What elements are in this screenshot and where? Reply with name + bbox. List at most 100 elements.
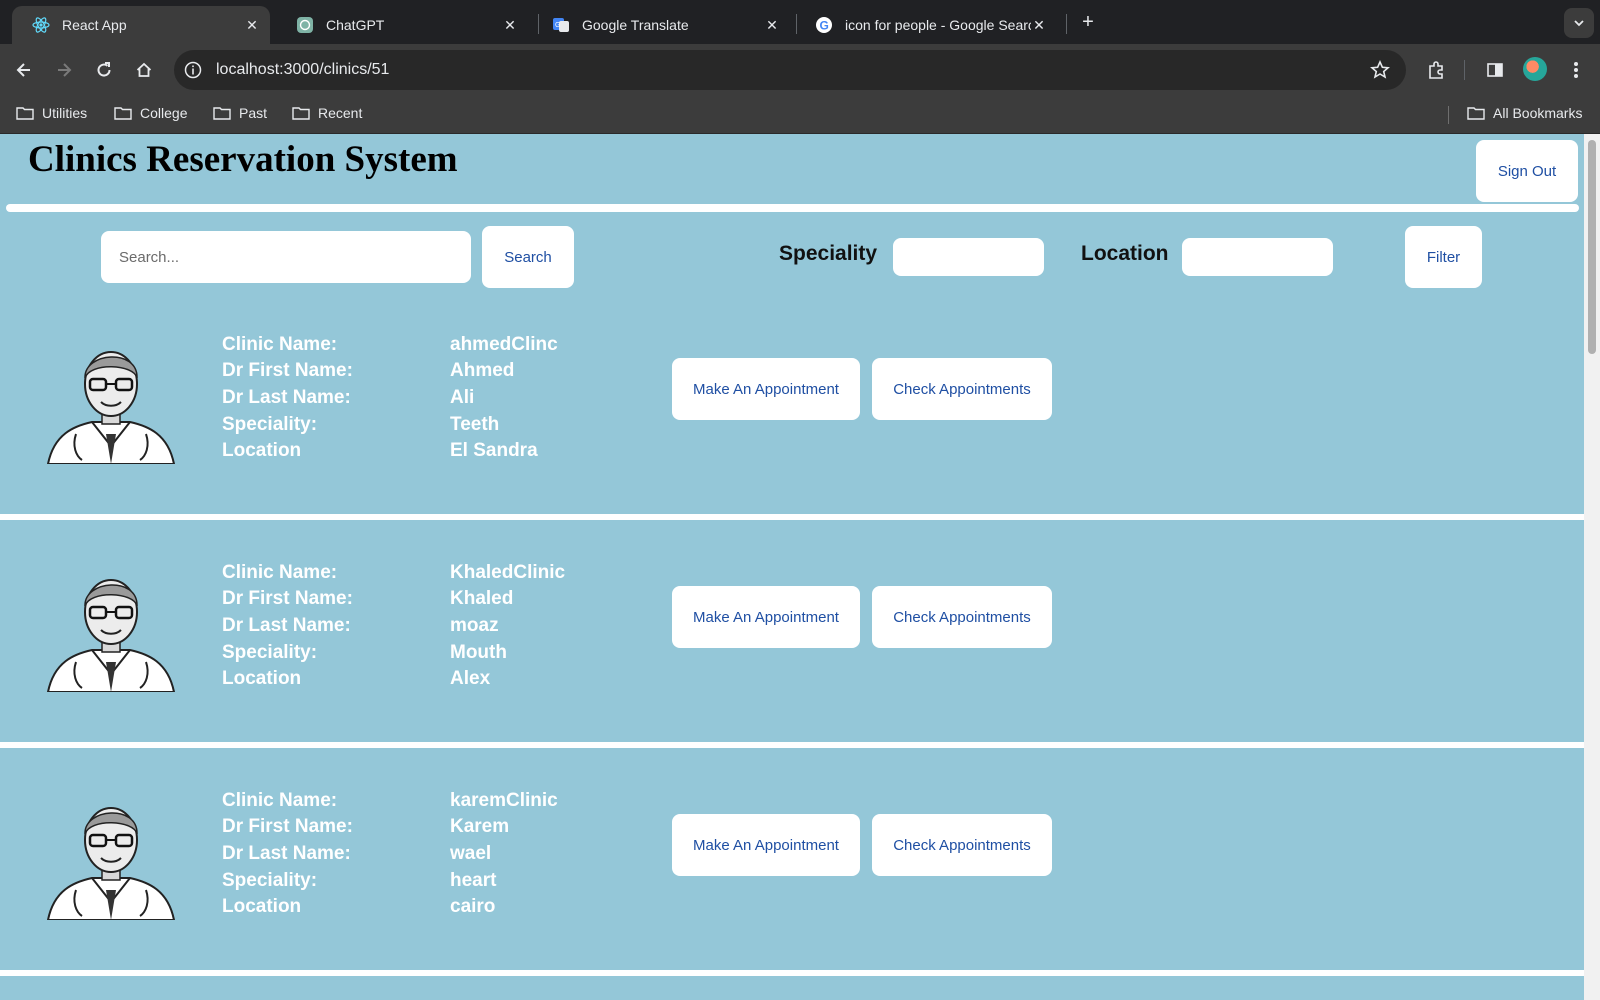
clinic-divider [0, 514, 1584, 520]
svg-text:G: G [555, 22, 560, 29]
last-name-label: Dr Last Name: [222, 843, 351, 864]
last-name-value: wael [450, 843, 492, 864]
speciality-filter-label: Speciality [779, 242, 878, 265]
filter-button[interactable]: Filter [1405, 226, 1482, 288]
chevron-down-icon[interactable] [1564, 8, 1594, 38]
search-button[interactable]: Search [482, 226, 574, 288]
close-icon[interactable]: ✕ [1031, 17, 1047, 33]
scrollbar-thumb[interactable] [1588, 140, 1596, 354]
page-title: Clinics Reservation System [28, 139, 458, 180]
first-name-label: Dr First Name: [222, 360, 353, 381]
page-scrollbar[interactable] [1584, 134, 1600, 1000]
address-bar[interactable]: localhost:3000/clinics/51 [174, 50, 1406, 90]
location-filter-input[interactable] [1182, 238, 1333, 276]
clinic-divider [0, 742, 1584, 748]
folder-icon [213, 107, 231, 120]
tab-title: icon for people - Google Search [845, 17, 1031, 33]
clinic-card: Clinic Name: KhaledClinic Dr First Name:… [0, 522, 1584, 744]
tab-google-search[interactable]: G icon for people - Google Search ✕ [795, 6, 1057, 44]
last-name-label: Dr Last Name: [222, 615, 351, 636]
clinic-name-value: KhaledClinic [450, 562, 566, 583]
clinic-name-value: ahmedClinc [450, 334, 558, 355]
location-value: cairo [450, 896, 496, 917]
side-panel-icon[interactable] [1481, 56, 1509, 84]
doctor-avatar [46, 790, 176, 921]
location-label: Location [222, 440, 302, 461]
bookmark-label: College [140, 105, 188, 121]
tab-google-translate[interactable]: G Google Translate ✕ [532, 6, 790, 44]
tab-react-app[interactable]: React App ✕ [12, 6, 270, 44]
location-label: Location [222, 896, 302, 917]
close-icon[interactable]: ✕ [502, 17, 518, 33]
clinic-name-label: Clinic Name: [222, 790, 338, 811]
extensions-icon[interactable] [1422, 56, 1450, 84]
speciality-value: Teeth [450, 414, 500, 435]
profile-avatar[interactable] [1523, 57, 1547, 81]
header-divider [6, 204, 1579, 212]
close-icon[interactable]: ✕ [244, 17, 260, 33]
tab-chatgpt[interactable]: ChatGPT ✕ [276, 6, 528, 44]
doctor-avatar [46, 562, 176, 693]
tab-title: React App [62, 17, 127, 33]
tab-title: Google Translate [582, 17, 689, 33]
folder-icon [1467, 107, 1485, 120]
bookmark-utilities[interactable]: Utilities [16, 105, 87, 121]
speciality-label: Speciality: [222, 414, 318, 435]
info-icon[interactable] [182, 59, 204, 81]
first-name-label: Dr First Name: [222, 816, 353, 837]
bookmark-label: Recent [318, 105, 363, 121]
browser-toolbar: localhost:3000/clinics/51 [0, 44, 1600, 96]
toolbar-divider [1464, 60, 1465, 80]
location-value: Alex [450, 668, 491, 689]
sign-out-button[interactable]: Sign Out [1476, 140, 1578, 202]
check-appointments-button[interactable]: Check Appointments [872, 586, 1052, 648]
make-appointment-button[interactable]: Make An Appointment [672, 586, 860, 648]
location-value: El Sandra [450, 440, 538, 461]
home-icon[interactable] [130, 56, 158, 84]
last-name-value: Ali [450, 387, 475, 408]
last-name-value: moaz [450, 615, 499, 636]
speciality-label: Speciality: [222, 870, 318, 891]
speciality-label: Speciality: [222, 642, 318, 663]
forward-arrow-icon[interactable] [50, 56, 78, 84]
folder-icon [16, 107, 34, 120]
last-name-label: Dr Last Name: [222, 387, 351, 408]
reload-icon[interactable] [90, 56, 118, 84]
location-label: Location [222, 668, 302, 689]
bookmark-past[interactable]: Past [213, 105, 267, 121]
speciality-value: Mouth [450, 642, 507, 663]
browser-tab-strip: React App ✕ ChatGPT ✕ G Google Translate… [0, 0, 1600, 44]
bookmark-label: Utilities [42, 105, 88, 121]
clinic-card: Clinic Name: ahmedClinc Dr First Name: A… [0, 294, 1584, 516]
page-content: Clinics Reservation System Sign Out Sear… [0, 134, 1584, 1000]
clinic-name-label: Clinic Name: [222, 334, 338, 355]
location-filter-label: Location [1081, 242, 1169, 265]
svg-text:G: G [820, 19, 829, 33]
new-tab-icon[interactable]: + [1076, 10, 1100, 34]
clinic-divider [0, 970, 1584, 976]
first-name-value: Karem [450, 816, 510, 837]
bookmark-recent[interactable]: Recent [292, 105, 362, 121]
back-arrow-icon[interactable] [10, 56, 38, 84]
bookmark-all-bookmarks[interactable]: All Bookmarks [1467, 105, 1582, 121]
check-appointments-button[interactable]: Check Appointments [872, 814, 1052, 876]
first-name-label: Dr First Name: [222, 588, 353, 609]
clinic-card: Clinic Name: karemClinic Dr First Name: … [0, 750, 1584, 972]
speciality-filter-input[interactable] [893, 238, 1044, 276]
search-input[interactable] [101, 231, 471, 283]
folder-icon [292, 107, 310, 120]
make-appointment-button[interactable]: Make An Appointment [672, 358, 860, 420]
bookmark-star-icon[interactable] [1368, 58, 1392, 82]
first-name-value: Ahmed [450, 360, 515, 381]
folder-icon [114, 107, 132, 120]
more-menu-icon[interactable] [1562, 56, 1590, 84]
check-appointments-button[interactable]: Check Appointments [872, 358, 1052, 420]
tab-title: ChatGPT [326, 17, 385, 33]
google-translate-icon: G [552, 16, 570, 34]
make-appointment-button[interactable]: Make An Appointment [672, 814, 860, 876]
close-icon[interactable]: ✕ [764, 17, 780, 33]
clinic-name-label: Clinic Name: [222, 562, 338, 583]
first-name-value: Khaled [450, 588, 514, 609]
bookmark-label: Past [239, 105, 268, 121]
bookmark-college[interactable]: College [114, 105, 187, 121]
